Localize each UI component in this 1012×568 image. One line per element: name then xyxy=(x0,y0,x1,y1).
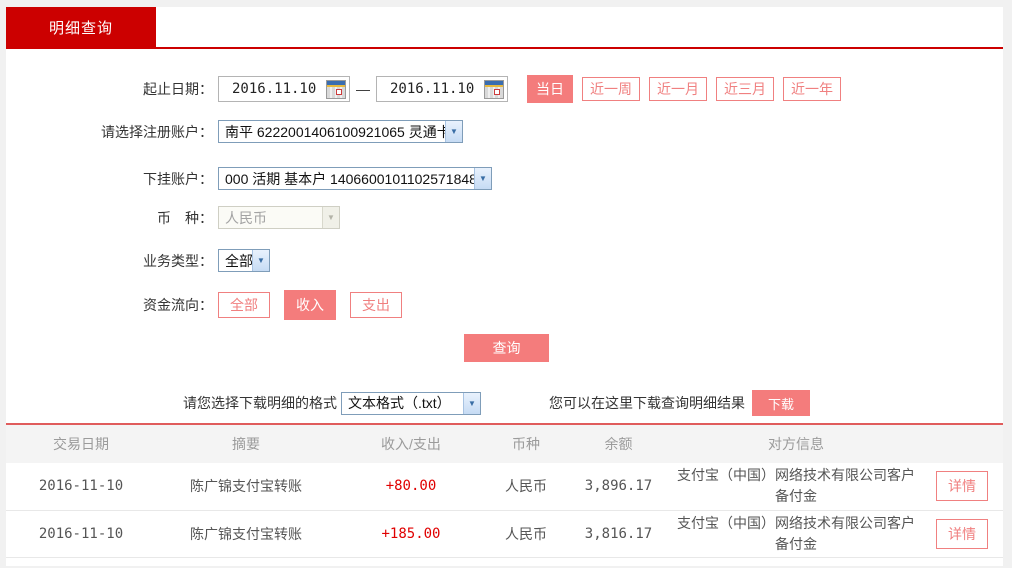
cell-summary: 陈广锦支付宝转账 xyxy=(156,510,336,557)
register-account-select[interactable]: 南平 6222001406100921065 灵通卡 ▼ xyxy=(218,120,463,143)
quick-range-3months-button[interactable]: 近三月 xyxy=(716,77,774,101)
cell-amount: +185.00 xyxy=(336,510,486,557)
business-type-value: 全部 xyxy=(219,251,252,271)
chevron-down-icon[interactable]: ▼ xyxy=(463,393,480,414)
start-date-input[interactable] xyxy=(219,81,319,97)
query-button-row: 查询 xyxy=(6,334,1003,362)
fund-flow-income-button[interactable]: 收入 xyxy=(284,290,336,320)
download-row: 请您选择下载明细的格式 文本格式（.txt） ▼ 您可以在这里下载查询明细结果 … xyxy=(6,390,1003,416)
header-detail xyxy=(921,425,1003,463)
business-type-label: 业务类型： xyxy=(6,251,213,271)
chevron-down-icon[interactable]: ▼ xyxy=(474,168,491,189)
header-currency: 币种 xyxy=(486,425,566,463)
register-account-value: 南平 6222001406100921065 灵通卡 xyxy=(219,122,445,142)
cell-counterparty: 支付宝（中国）网络技术有限公司客户备付金 xyxy=(671,510,921,557)
transactions-table: 交易日期 摘要 收入/支出 币种 余额 对方信息 2016-11-10 陈广锦支… xyxy=(6,425,1003,558)
detail-button[interactable]: 详情 xyxy=(936,471,988,501)
table-row: 2016-11-10 陈广锦支付宝转账 +185.00 人民币 3,816.17… xyxy=(6,510,1003,557)
calendar-icon[interactable] xyxy=(484,80,504,99)
calendar-icon[interactable] xyxy=(326,80,346,99)
download-hint: 您可以在这里下载查询明细结果 xyxy=(549,393,745,413)
sub-account-label: 下挂账户： xyxy=(6,169,213,189)
header-amount: 收入/支出 xyxy=(336,425,486,463)
quick-range-year-button[interactable]: 近一年 xyxy=(783,77,841,101)
start-date-field[interactable] xyxy=(218,76,350,102)
query-form-panel: 起止日期： — 当日 近一周 近一月 近三月 近一年 请选择注册账户： xyxy=(6,49,1003,566)
fund-flow-all-button[interactable]: 全部 xyxy=(218,292,270,318)
business-type-select[interactable]: 全部 ▼ xyxy=(218,249,270,272)
register-account-row: 请选择注册账户： 南平 6222001406100921065 灵通卡 ▼ xyxy=(6,120,1003,143)
header-summary: 摘要 xyxy=(156,425,336,463)
currency-select: 人民币 ▼ xyxy=(218,206,340,229)
register-account-label: 请选择注册账户： xyxy=(6,122,213,142)
date-range-separator: — xyxy=(356,81,370,97)
table-header-row: 交易日期 摘要 收入/支出 币种 余额 对方信息 xyxy=(6,425,1003,463)
end-date-field[interactable] xyxy=(376,76,508,102)
quick-range-buttons: 当日 近一周 近一月 近三月 近一年 xyxy=(518,75,841,103)
quick-range-month-button[interactable]: 近一月 xyxy=(649,77,707,101)
fund-flow-row: 资金流向： 全部 收入 支出 xyxy=(6,290,1003,320)
quick-range-today-button[interactable]: 当日 xyxy=(527,75,573,103)
tab-bar: 明细查询 xyxy=(6,7,1003,47)
fund-flow-expense-button[interactable]: 支出 xyxy=(350,292,402,318)
header-balance: 余额 xyxy=(566,425,671,463)
sub-account-row: 下挂账户： 000 活期 基本户 1406600101102571848 ▼ xyxy=(6,167,1003,190)
header-date: 交易日期 xyxy=(6,425,156,463)
download-button[interactable]: 下载 xyxy=(752,390,810,416)
cell-summary: 陈广锦支付宝转账 xyxy=(156,463,336,510)
cell-date: 2016-11-10 xyxy=(6,463,156,510)
quick-range-week-button[interactable]: 近一周 xyxy=(582,77,640,101)
download-format-select[interactable]: 文本格式（.txt） ▼ xyxy=(341,392,481,415)
cell-currency: 人民币 xyxy=(486,463,566,510)
cell-date: 2016-11-10 xyxy=(6,510,156,557)
sub-account-value: 000 活期 基本户 1406600101102571848 xyxy=(219,169,474,189)
business-type-row: 业务类型： 全部 ▼ xyxy=(6,249,1003,272)
sub-account-select[interactable]: 000 活期 基本户 1406600101102571848 ▼ xyxy=(218,167,492,190)
currency-row: 币 种： 人民币 ▼ xyxy=(6,206,1003,229)
date-range-label: 起止日期： xyxy=(6,79,213,99)
tab-detail-query[interactable]: 明细查询 xyxy=(6,7,156,47)
detail-button[interactable]: 详情 xyxy=(936,519,988,549)
fund-flow-label: 资金流向： xyxy=(6,295,213,315)
chevron-down-icon[interactable]: ▼ xyxy=(445,121,462,142)
query-button[interactable]: 查询 xyxy=(464,334,549,362)
cell-counterparty: 支付宝（中国）网络技术有限公司客户备付金 xyxy=(671,463,921,510)
header-counterparty: 对方信息 xyxy=(671,425,921,463)
chevron-down-icon: ▼ xyxy=(322,207,339,228)
cell-balance: 3,816.17 xyxy=(566,510,671,557)
table-row: 2016-11-10 陈广锦支付宝转账 +80.00 人民币 3,896.17 … xyxy=(6,463,1003,510)
download-format-value: 文本格式（.txt） xyxy=(342,393,457,413)
download-format-label: 请您选择下载明细的格式 xyxy=(183,393,337,413)
cell-amount: +80.00 xyxy=(336,463,486,510)
currency-label: 币 种： xyxy=(6,208,213,228)
table-header: 交易日期 摘要 收入/支出 币种 余额 对方信息 xyxy=(6,425,1003,463)
cell-balance: 3,896.17 xyxy=(566,463,671,510)
cell-currency: 人民币 xyxy=(486,510,566,557)
date-range-row: 起止日期： — 当日 近一周 近一月 近三月 近一年 xyxy=(6,75,1003,103)
currency-value: 人民币 xyxy=(219,208,273,228)
end-date-input[interactable] xyxy=(377,81,477,97)
chevron-down-icon[interactable]: ▼ xyxy=(252,250,269,271)
